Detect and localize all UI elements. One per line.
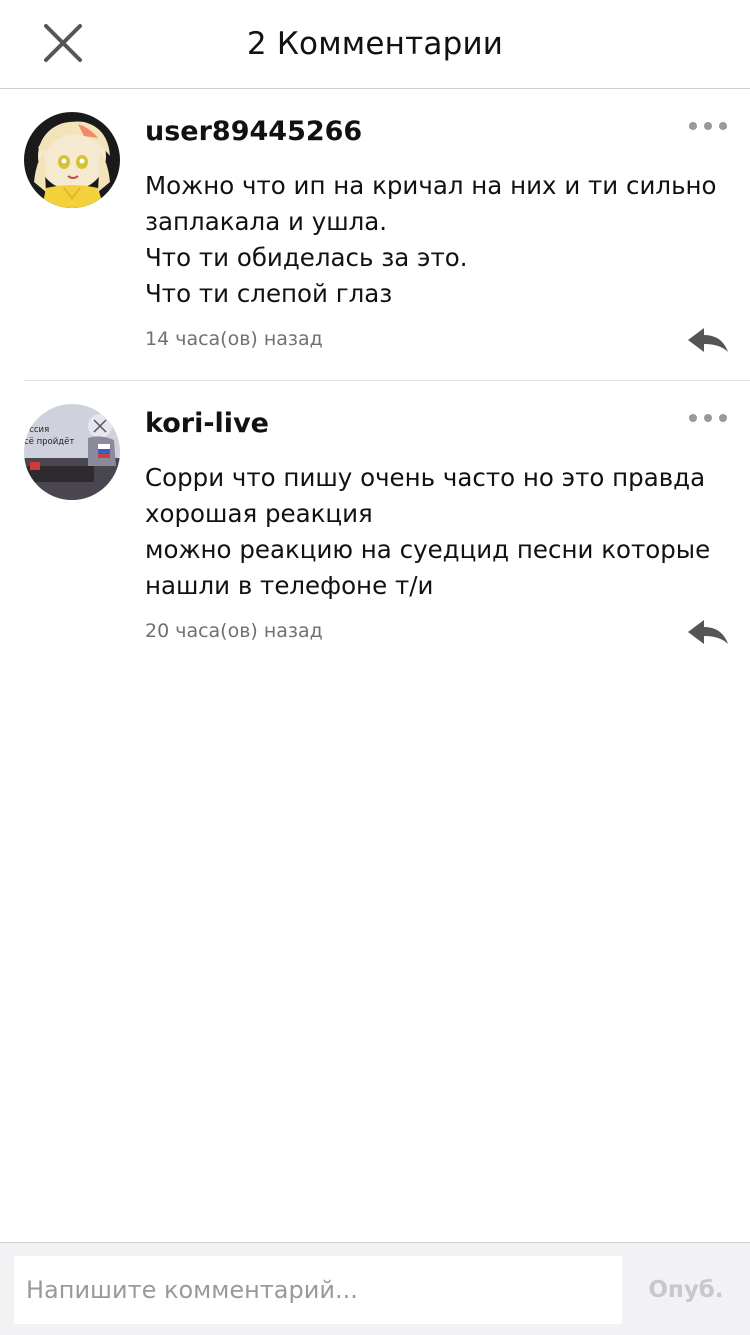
publish-button[interactable]: Опуб. — [634, 1256, 738, 1324]
comment-composer: Опуб. — [0, 1242, 750, 1335]
comment-line: нашли в телефоне т/и — [145, 571, 434, 600]
reply-arrow-icon — [688, 328, 728, 352]
reply-arrow-icon — [688, 620, 728, 644]
comment-line: Что ти слепой глаз — [145, 279, 393, 308]
more-dots-icon — [689, 414, 727, 422]
comment-username[interactable]: user89445266 — [145, 116, 362, 147]
comment-line: Можно что ип на кричал на них и ти сильн… — [145, 171, 717, 200]
comment-line: Что ти обиделась за это. — [145, 243, 468, 272]
comment-timestamp: 20 часа(ов) назад — [145, 620, 323, 642]
comment-line: хорошая реакция — [145, 499, 373, 528]
comment-text: Можно что ип на кричал на них и ти сильн… — [145, 168, 735, 312]
comment-line: заплакала и ушла. — [145, 207, 388, 236]
comment-text: Сорри что пишу очень часто но это правда… — [145, 460, 735, 604]
avatar-image — [24, 112, 120, 208]
avatar-image: оссия сё пройдёт — [24, 404, 120, 500]
comment-line: можно реакцию на суедцид песни которые — [145, 535, 711, 564]
page-title: 2 Комментарии — [246, 26, 504, 62]
avatar[interactable] — [24, 112, 120, 208]
comment-timestamp: 14 часа(ов) назад — [145, 328, 323, 350]
comment-input[interactable] — [14, 1256, 622, 1324]
avatar-text-1: оссия — [24, 425, 49, 435]
reply-button[interactable] — [686, 324, 730, 356]
reply-button[interactable] — [686, 616, 730, 648]
comment-divider — [24, 380, 750, 381]
avatar[interactable]: оссия сё пройдёт — [24, 404, 120, 500]
header-bar: 2 Комментарии — [0, 0, 750, 89]
comment-item: user89445266 Можно что ип на кричал на н… — [0, 90, 750, 380]
more-options-button[interactable] — [686, 406, 730, 430]
more-options-button[interactable] — [686, 114, 730, 138]
more-dots-icon — [689, 122, 727, 130]
comment-username[interactable]: kori-live — [145, 408, 269, 439]
comment-item: оссия сё пройдёт kori-live Сорри что пиш… — [0, 382, 750, 672]
comment-line: Сорри что пишу очень часто но это правда — [145, 463, 706, 492]
avatar-text-2: сё пройдёт — [24, 437, 74, 447]
